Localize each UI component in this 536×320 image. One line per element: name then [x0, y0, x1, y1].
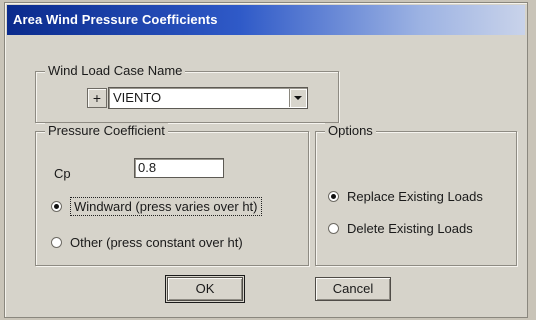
- replace-loads-label[interactable]: Replace Existing Loads: [347, 189, 483, 204]
- delete-loads-radio[interactable]: Delete Existing Loads: [328, 221, 473, 236]
- wind-load-case-dropdown[interactable]: VIENTO: [108, 87, 308, 109]
- cancel-button[interactable]: Cancel: [315, 277, 391, 301]
- dialog-window: Area Wind Pressure Coefficients Wind Loa…: [4, 2, 528, 318]
- other-radio[interactable]: Other (press constant over ht): [51, 235, 243, 250]
- windward-radio[interactable]: Windward (press varies over ht): [51, 197, 262, 216]
- delete-loads-radio-button[interactable]: [328, 223, 339, 234]
- cp-input[interactable]: 0.8: [134, 158, 224, 178]
- other-radio-button[interactable]: [51, 237, 62, 248]
- delete-loads-label[interactable]: Delete Existing Loads: [347, 221, 473, 236]
- windward-radio-label[interactable]: Windward (press varies over ht): [70, 197, 262, 216]
- add-load-case-button[interactable]: +: [87, 88, 107, 108]
- wind-load-case-value: VIENTO: [113, 90, 162, 105]
- pressure-coefficient-label: Pressure Coefficient: [45, 123, 168, 138]
- windward-radio-button[interactable]: [51, 201, 62, 212]
- wind-load-case-label: Wind Load Case Name: [45, 63, 186, 78]
- replace-loads-radio-button[interactable]: [328, 191, 339, 202]
- other-radio-label[interactable]: Other (press constant over ht): [70, 235, 243, 250]
- wind-load-case-group: Wind Load Case Name + VIENTO: [35, 63, 339, 123]
- pressure-coefficient-group: Pressure Coefficient Cp 0.8 Windward (pr…: [35, 123, 309, 266]
- chevron-down-icon[interactable]: [289, 89, 306, 107]
- options-group: Options Replace Existing Loads Delete Ex…: [315, 123, 517, 266]
- options-label: Options: [325, 123, 376, 138]
- ok-button[interactable]: OK: [165, 275, 245, 303]
- cp-label: Cp: [54, 166, 71, 181]
- title-bar: Area Wind Pressure Coefficients: [7, 5, 525, 35]
- replace-loads-radio[interactable]: Replace Existing Loads: [328, 189, 483, 204]
